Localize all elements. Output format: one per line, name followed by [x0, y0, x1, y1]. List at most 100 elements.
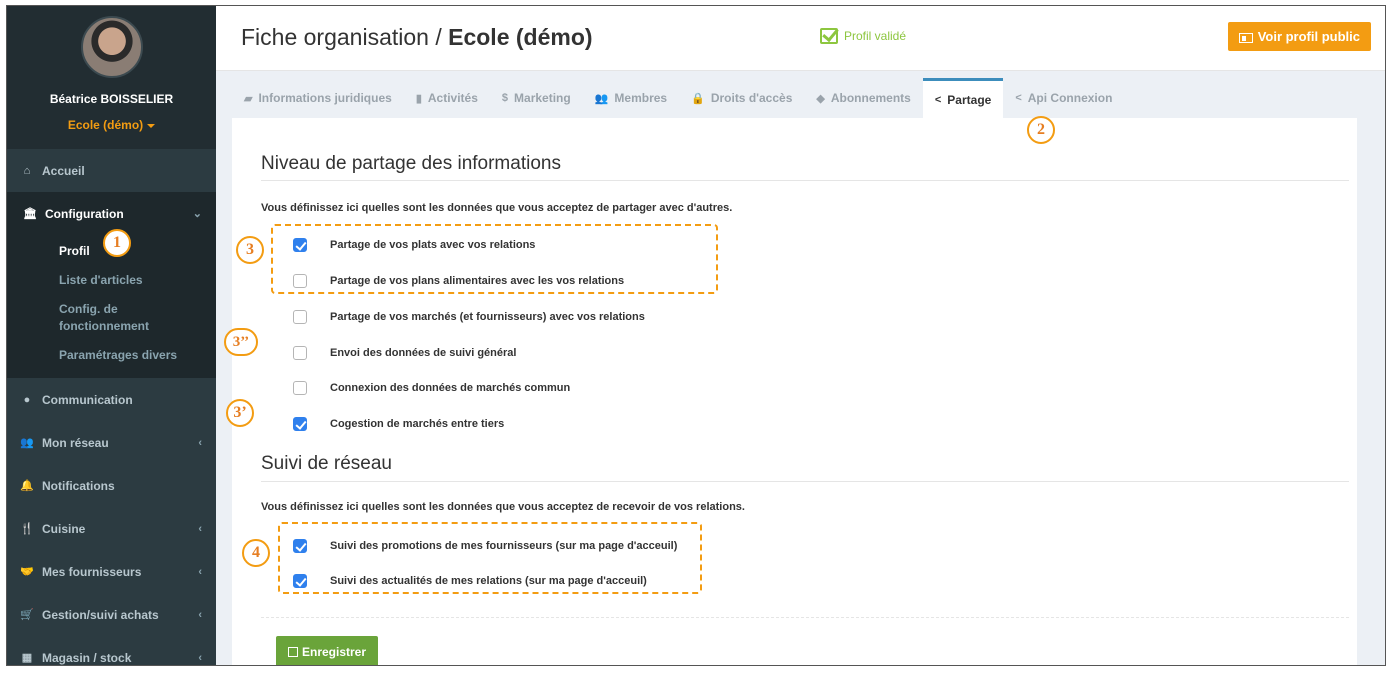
sidebar-item-label: Mes fournisseurs	[42, 564, 142, 579]
annotation-badge: 2	[1027, 116, 1055, 144]
bar-chart-icon: ▮	[415, 92, 422, 105]
chevron-left-icon: ‹	[198, 522, 202, 535]
save-button[interactable]: Enregistrer	[276, 636, 379, 665]
sidebar-item-achats[interactable]: 🛒 Gestion/suivi achats ‹	[7, 593, 216, 636]
page-title-org: Ecole (démo)	[448, 24, 593, 50]
tab-label: Abonnements	[830, 91, 911, 105]
sidebar-item-label: Gestion/suivi achats	[42, 607, 159, 622]
lock-icon: 🔒	[691, 92, 705, 105]
tab-bar: ▰ Informations juridiques ▮ Activités $ Mar…	[232, 78, 1357, 118]
sidebar-item-reseau[interactable]: 👥 Mon réseau ‹	[7, 421, 216, 464]
sidebar-item-notifications[interactable]: 🔔 Notifications	[7, 464, 216, 507]
avatar[interactable]	[80, 16, 143, 78]
tab-label: Activités	[427, 91, 478, 105]
tab-label: Partage	[947, 92, 992, 107]
sharing-option[interactable]: Envoi des données de suivi général	[293, 346, 516, 360]
page-header: Fiche organisation / Ecole (démo) Profil…	[216, 6, 1385, 71]
tab-label: Membres	[614, 91, 668, 105]
users-icon: 👥	[20, 437, 34, 449]
annotation-badge: 3’	[226, 399, 254, 427]
sharing-section-title: Niveau de partage des informations	[261, 153, 561, 174]
annotation-badge: 4	[242, 539, 270, 567]
sidebar-item-label: Cuisine	[42, 521, 86, 536]
submenu-item-parametrages[interactable]: Paramétrages divers	[7, 341, 216, 370]
annotation-badge: 3’’	[224, 328, 258, 356]
user-name: Béatrice BOISSELIER	[49, 92, 174, 106]
checkbox[interactable]	[293, 310, 307, 324]
share-icon: <	[934, 93, 942, 106]
sidebar-item-label: Mon réseau	[42, 435, 109, 450]
annotation-box	[278, 522, 702, 594]
sharing-option[interactable]: Cogestion de marchés entre tiers	[293, 417, 504, 431]
dollar-icon: $	[501, 92, 509, 104]
divider	[261, 180, 1349, 181]
tab-abonnements[interactable]: ◆ Abonnements	[804, 78, 922, 118]
tab-activites[interactable]: ▮ Activités	[404, 78, 490, 118]
view-public-profile-button[interactable]: Voir profil public	[1227, 22, 1371, 51]
app-window: Béatrice BOISSELIER Ecole (démo) ⌂ Accuei…	[6, 5, 1386, 666]
submenu-item-config[interactable]: Config. de fonctionnement	[7, 295, 157, 341]
tab-marketing[interactable]: $ Marketing	[490, 78, 583, 118]
id-card-icon	[1238, 32, 1253, 43]
page-title-prefix: Fiche organisation /	[241, 24, 449, 50]
annotation-badge: 1	[103, 229, 131, 257]
check-square-icon	[820, 28, 838, 44]
chevron-left-icon: ‹	[198, 651, 202, 664]
configuration-submenu: Profil Liste d'articles Config. de fonct…	[7, 235, 216, 378]
annotation-box	[271, 224, 718, 294]
tab-label: Marketing	[514, 91, 571, 105]
checkbox[interactable]	[293, 417, 307, 431]
save-button-label: Enregistrer	[302, 645, 367, 659]
sidebar-item-cuisine[interactable]: 🍴 Cuisine ‹	[7, 507, 216, 550]
sidebar-item-label: Magasin / stock	[42, 650, 132, 665]
folder-open-icon: ▰	[244, 92, 253, 105]
tab-label: Api Connexion	[1027, 91, 1113, 105]
sidebar-item-label: Notifications	[42, 478, 115, 493]
sharing-option-label: Connexion des données de marchés commun	[330, 382, 571, 394]
handshake-icon: 🤝	[20, 566, 34, 578]
chevron-left-icon: ‹	[198, 436, 202, 449]
chevron-left-icon: ‹	[198, 608, 202, 621]
sharing-description: Vous définissez ici quelles sont les don…	[261, 202, 733, 214]
sidebar-item-magasin[interactable]: ▦ Magasin / stock ‹	[7, 636, 216, 665]
tab-membres[interactable]: 👥 Membres	[583, 78, 679, 118]
sidebar: Béatrice BOISSELIER Ecole (démo) ⌂ Accuei…	[7, 6, 216, 665]
validated-status: Profil validé	[820, 28, 906, 44]
sidebar-item-label: Accueil	[42, 163, 85, 178]
checkbox[interactable]	[293, 381, 307, 395]
divider	[261, 481, 1349, 482]
sidebar-item-accueil[interactable]: ⌂ Accueil	[7, 149, 216, 192]
sidebar-item-communication[interactable]: ● Communication	[7, 378, 216, 421]
sharing-option[interactable]: Partage de vos marchés (et fournisseurs)…	[293, 310, 645, 324]
sharing-option-label: Envoi des données de suivi général	[330, 347, 517, 359]
sharing-panel: Niveau de partage des informations Vous …	[232, 118, 1357, 665]
sharing-option-label: Partage de vos marchés (et fournisseurs)…	[330, 311, 645, 323]
sharing-option-label: Cogestion de marchés entre tiers	[330, 418, 505, 430]
sidebar-item-label: Communication	[42, 392, 133, 407]
tab-informations-juridiques[interactable]: ▰ Informations juridiques	[232, 78, 404, 118]
sidebar-item-label: Configuration	[45, 206, 124, 221]
sidebar-item-fournisseurs[interactable]: 🤝 Mes fournisseurs ‹	[7, 550, 216, 593]
checkbox[interactable]	[293, 346, 307, 360]
tab-droits-acces[interactable]: 🔒 Droits d'accès	[679, 78, 804, 118]
org-switcher[interactable]: Ecole (démo)	[7, 118, 216, 132]
cutlery-icon: 🍴	[20, 523, 34, 535]
tab-api-connexion[interactable]: < Api Connexion	[1003, 78, 1124, 118]
tab-label: Informations juridiques	[258, 91, 392, 105]
user-panel: Béatrice BOISSELIER Ecole (démo)	[7, 6, 216, 149]
validated-label: Profil validé	[844, 29, 907, 43]
org-name: Ecole (démo)	[67, 118, 144, 132]
sharing-option[interactable]: Connexion des données de marchés commun	[293, 381, 570, 395]
submenu-item-articles[interactable]: Liste d'articles	[7, 266, 216, 295]
network-description: Vous définissez ici quelles sont les don…	[261, 501, 745, 513]
comments-icon: ●	[23, 393, 31, 406]
home-icon: ⌂	[23, 164, 31, 177]
caret-down-icon	[147, 123, 156, 128]
sidebar-item-configuration[interactable]: 🏛 Configuration ⌄	[7, 192, 216, 235]
page-title: Fiche organisation / Ecole (démo)	[241, 24, 593, 51]
chevron-down-icon: ⌄	[192, 208, 202, 220]
chevron-left-icon: ‹	[198, 565, 202, 578]
main-content: Fiche organisation / Ecole (démo) Profil…	[216, 6, 1385, 665]
share-icon: <	[1015, 92, 1022, 104]
tab-partage[interactable]: < Partage	[922, 78, 1004, 118]
